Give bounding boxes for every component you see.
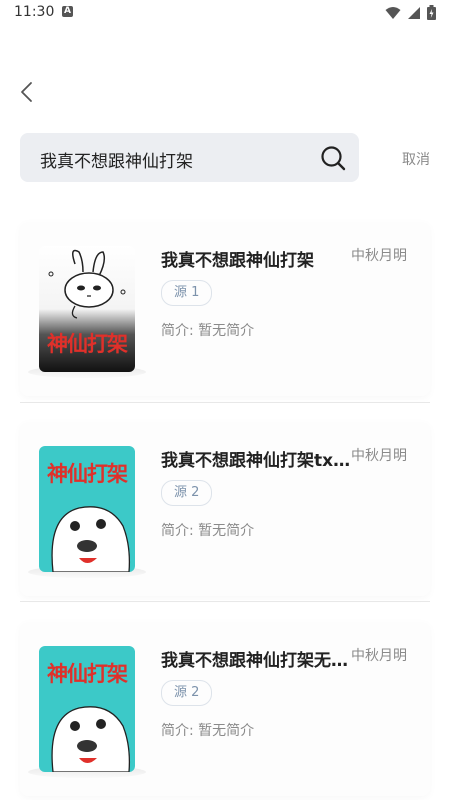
book-intro: 简介: 暂无简介 (161, 523, 255, 539)
book-cover[interactable]: 神仙打架 (39, 246, 135, 372)
source-tag[interactable]: 源 2 (161, 480, 213, 506)
result-card[interactable]: 神仙打架 我真不想跟神仙打架无… 中秋月明 源 2 简介: 暂无简介 (20, 622, 430, 796)
search-button[interactable] (319, 144, 347, 172)
book-author: 中秋月明 (351, 448, 407, 464)
status-bar: 11:30 A (0, 0, 450, 26)
book-cover-frame: 神仙打架 (28, 238, 146, 378)
cover-title: 神仙打架 (47, 331, 128, 356)
signal-icon (408, 6, 420, 19)
book-intro: 简介: 暂无简介 (161, 723, 255, 739)
book-title[interactable]: 我真不想跟神仙打架 (161, 246, 353, 271)
cover-dog-illustration (51, 706, 131, 772)
book-intro: 简介: 暂无简介 (161, 323, 255, 339)
notification-a-icon: A (62, 6, 73, 17)
result-card[interactable]: 神仙打架 我真不想跟神仙打架txt… 中秋月明 源 2 简介: 暂无简介 (20, 422, 430, 596)
battery-icon (427, 5, 436, 20)
back-button[interactable] (14, 78, 42, 106)
search-bar[interactable]: 我真不想跟神仙打架 (20, 133, 359, 182)
source-tag[interactable]: 源 2 (161, 680, 213, 706)
result-card[interactable]: 神仙打架 我真不想跟神仙打架 中秋月明 源 1 简介: 暂无简介 (20, 222, 430, 396)
book-cover-frame: 神仙打架 (28, 438, 146, 578)
status-icons (385, 5, 436, 20)
book-cover-frame: 神仙打架 (28, 638, 146, 778)
book-cover[interactable]: 神仙打架 (39, 446, 135, 572)
book-author: 中秋月明 (351, 248, 407, 264)
source-tag[interactable]: 源 1 (161, 280, 213, 306)
divider (20, 601, 430, 602)
cover-dog-illustration (51, 506, 131, 572)
book-title[interactable]: 我真不想跟神仙打架txt… (161, 446, 353, 471)
cancel-button[interactable]: 取消 (402, 149, 430, 169)
search-input[interactable]: 我真不想跟神仙打架 (40, 147, 193, 172)
book-cover[interactable]: 神仙打架 (39, 646, 135, 772)
search-icon (321, 146, 346, 171)
chevron-left-icon (21, 82, 32, 102)
divider (20, 402, 430, 403)
book-author: 中秋月明 (351, 648, 407, 664)
wifi-icon (385, 6, 401, 19)
status-time: 11:30 (14, 4, 55, 20)
book-title[interactable]: 我真不想跟神仙打架无… (161, 646, 353, 671)
